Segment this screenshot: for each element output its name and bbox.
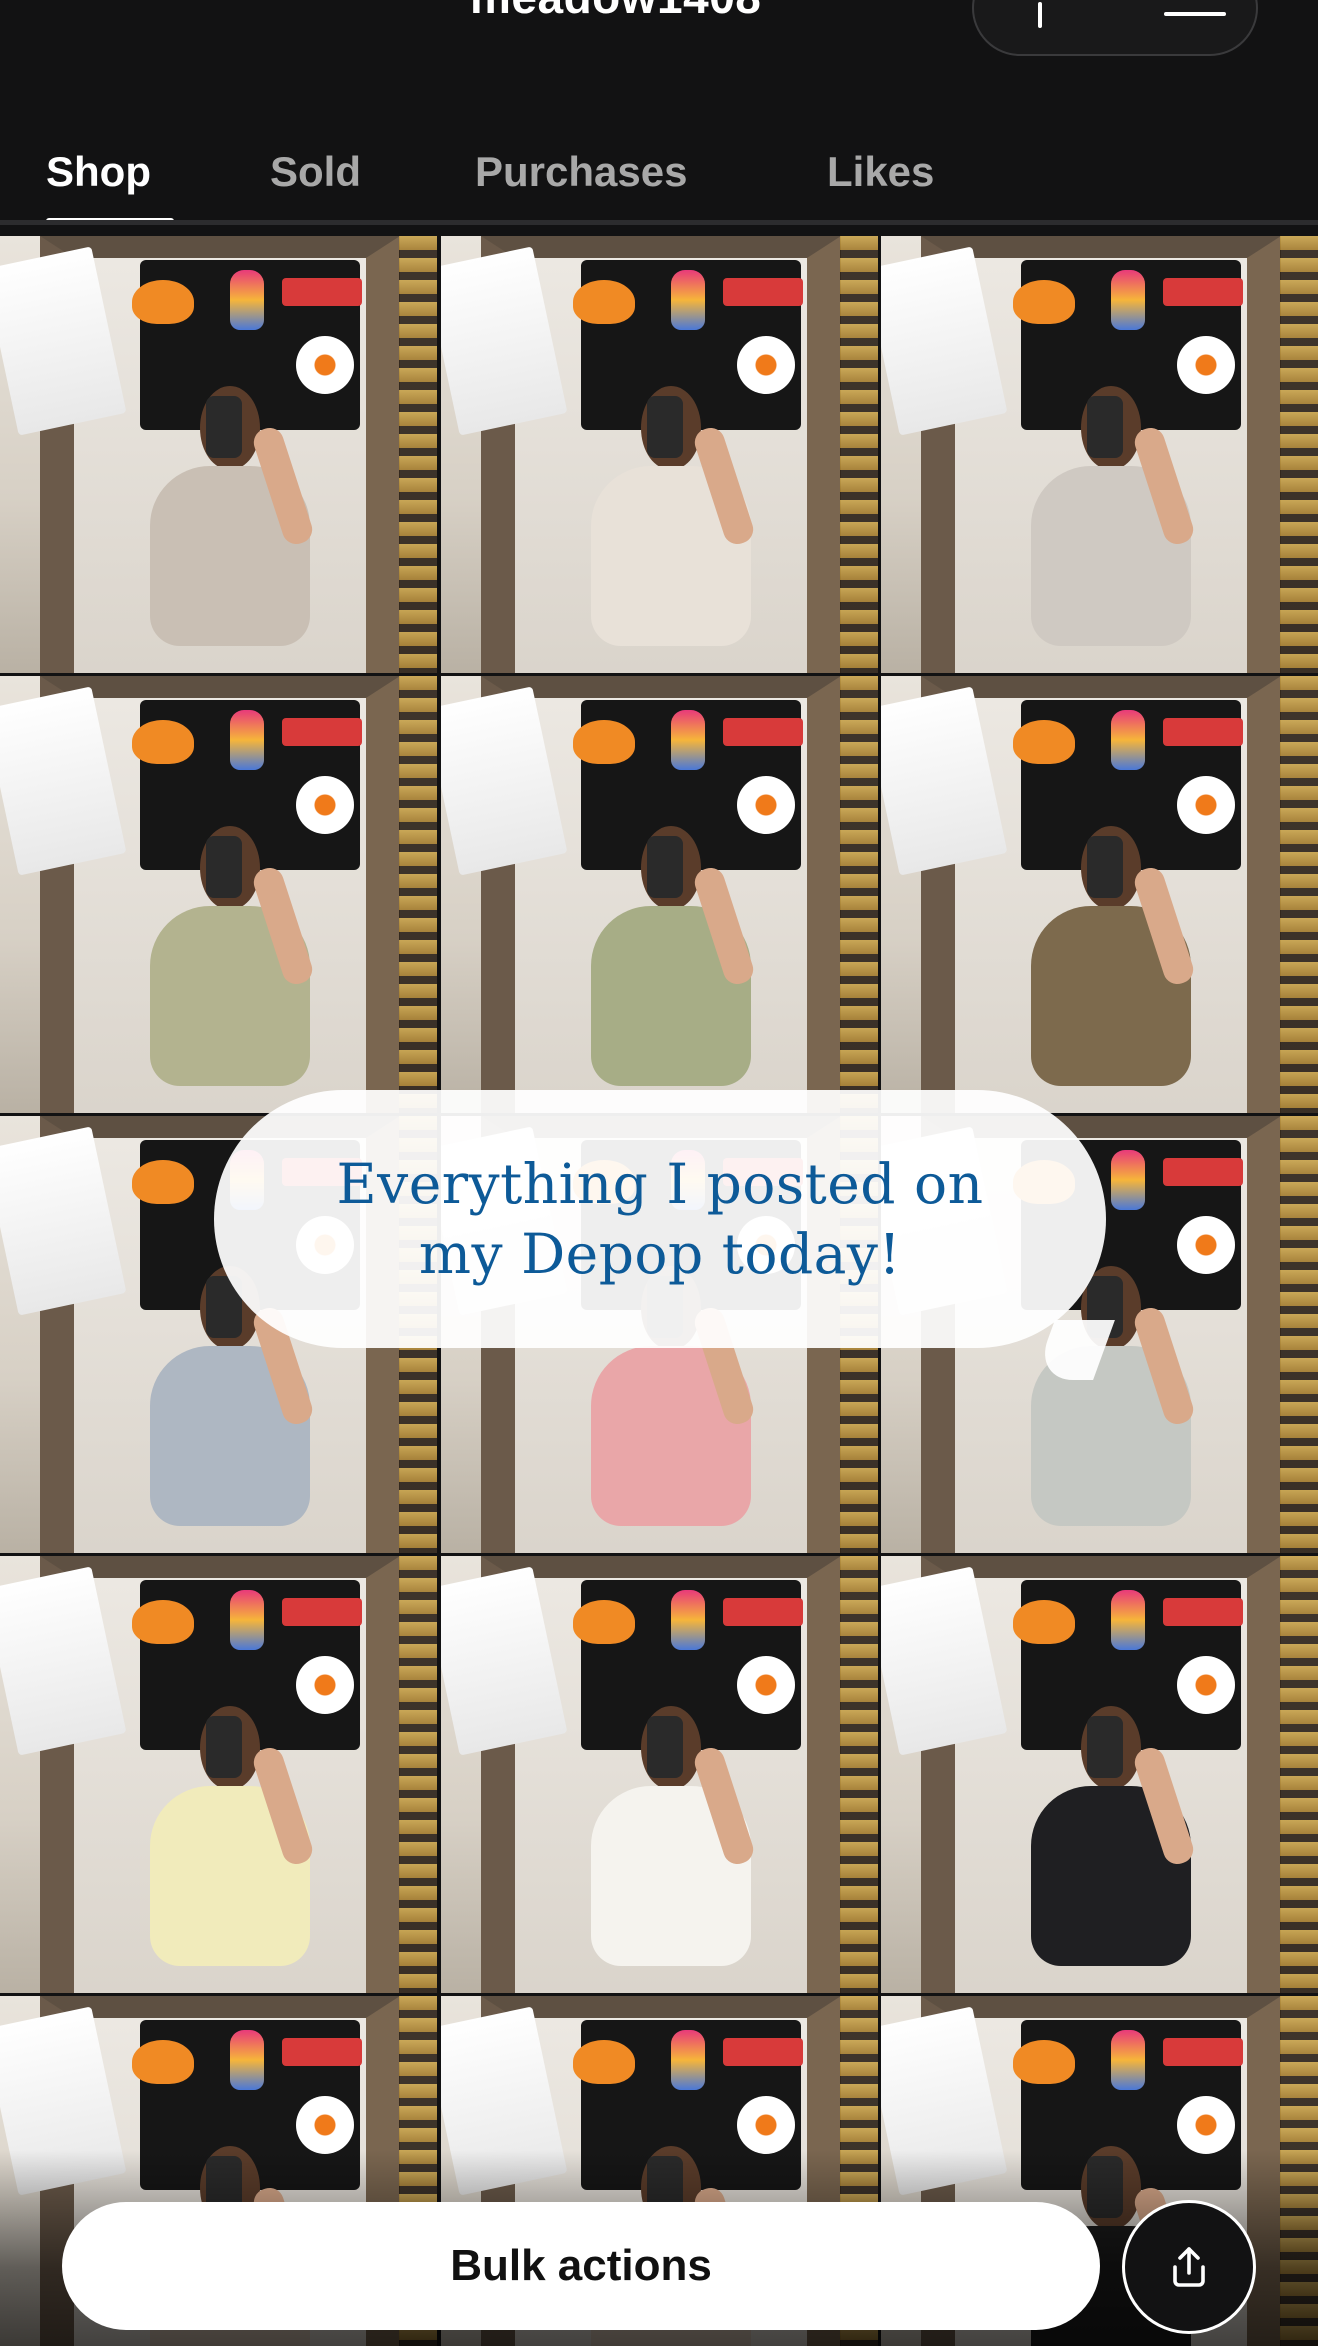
photo-detail [132,2040,194,2084]
caption-bubble: Everything I posted on my Depop today! [214,1090,1106,1348]
photo-detail [736,1656,795,1714]
photo-detail [132,720,194,764]
tab-purchases[interactable]: Purchases [475,148,687,196]
photo-detail [670,710,705,770]
photo-detail [572,2040,635,2084]
photo-detail [1280,676,1318,1113]
photo-detail [646,836,683,898]
photo-detail [1087,1716,1123,1778]
listing-thumbnail[interactable] [0,676,437,1113]
tab-likes[interactable]: Likes [827,148,934,196]
photo-detail [1087,396,1123,458]
caption-line-1: Everything I posted on [336,1152,984,1216]
photo-detail [722,1598,803,1626]
tab-sold[interactable]: Sold [270,148,361,196]
photo-detail [1013,1600,1075,1644]
photo-detail [1087,836,1123,898]
photo-detail [1280,1556,1318,1993]
photo-detail [1163,1598,1243,1626]
photo-detail [839,1556,878,1993]
photo-detail [1163,278,1243,306]
photo-detail [1111,1150,1145,1210]
photo-detail [206,396,242,458]
photo-detail [206,1716,242,1778]
photo-detail [839,236,878,673]
photo-detail [1013,720,1075,764]
listing-thumbnail[interactable] [440,1556,878,1993]
listing-thumbnail[interactable] [881,1556,1318,1993]
photo-detail [572,720,635,764]
photo-detail [1163,718,1243,746]
photo-detail [230,710,264,770]
listing-thumbnail[interactable] [0,236,437,673]
photo-detail [230,270,264,330]
photo-detail [1177,1656,1235,1714]
photo-detail [670,270,705,330]
photo-detail [296,2096,354,2154]
photo-detail [670,2030,705,2090]
photo-detail [1280,236,1318,673]
photo-detail [282,278,362,306]
photo-detail [1177,2096,1235,2154]
photo-detail [1111,270,1145,330]
photo-detail [282,718,362,746]
photo-detail [722,718,803,746]
listing-thumbnail[interactable] [881,676,1318,1113]
photo-detail [572,1600,635,1644]
bulk-actions-button[interactable]: Bulk actions [62,2202,1100,2330]
photo-detail [736,2096,795,2154]
photo-detail [1177,1216,1235,1274]
photo-detail [132,1160,194,1204]
listing-thumbnail[interactable] [881,236,1318,673]
photo-detail [736,336,795,394]
photo-detail [399,676,437,1113]
share-upload-icon [1173,2247,1205,2287]
photo-detail [282,1598,362,1626]
photo-detail [1280,1116,1318,1553]
photo-detail [282,2038,362,2066]
caption-line-2: my Depop today! [418,1222,902,1286]
photo-detail [1013,2040,1075,2084]
photo-detail [722,2038,803,2066]
photo-detail [722,278,803,306]
photo-detail [296,336,354,394]
photo-detail [1111,1590,1145,1650]
tabs-divider [0,220,1318,225]
photo-detail [132,280,194,324]
listing-thumbnail[interactable] [440,676,878,1113]
listing-thumbnail[interactable] [0,1556,437,1993]
photo-detail [646,396,683,458]
photo-detail [572,280,635,324]
photo-detail [1163,2038,1243,2066]
photo-detail [230,2030,264,2090]
photo-detail [230,1590,264,1650]
photo-detail [132,1600,194,1644]
add-listing-icon[interactable] [1038,2,1042,28]
photo-detail [399,236,437,673]
profile-header: meadow1408 [0,0,1318,130]
photo-detail [670,1590,705,1650]
photo-detail [1163,1158,1243,1186]
menu-icon[interactable] [1164,12,1226,16]
profile-username: meadow1408 [470,0,761,24]
listing-thumbnail[interactable] [440,236,878,673]
photo-detail [1013,280,1075,324]
profile-tabs: Shop Sold Purchases Likes [0,130,1318,224]
photo-detail [1177,776,1235,834]
photo-detail [1111,2030,1145,2090]
photo-detail [736,776,795,834]
share-button[interactable] [1122,2200,1256,2334]
header-actions-pill[interactable] [972,0,1258,56]
photo-detail [1177,336,1235,394]
photo-detail [1111,710,1145,770]
photo-detail [296,776,354,834]
photo-detail [839,676,878,1113]
photo-detail [206,836,242,898]
photo-detail [646,1716,683,1778]
tab-shop[interactable]: Shop [46,148,151,196]
photo-detail [399,1556,437,1993]
photo-detail [296,1656,354,1714]
